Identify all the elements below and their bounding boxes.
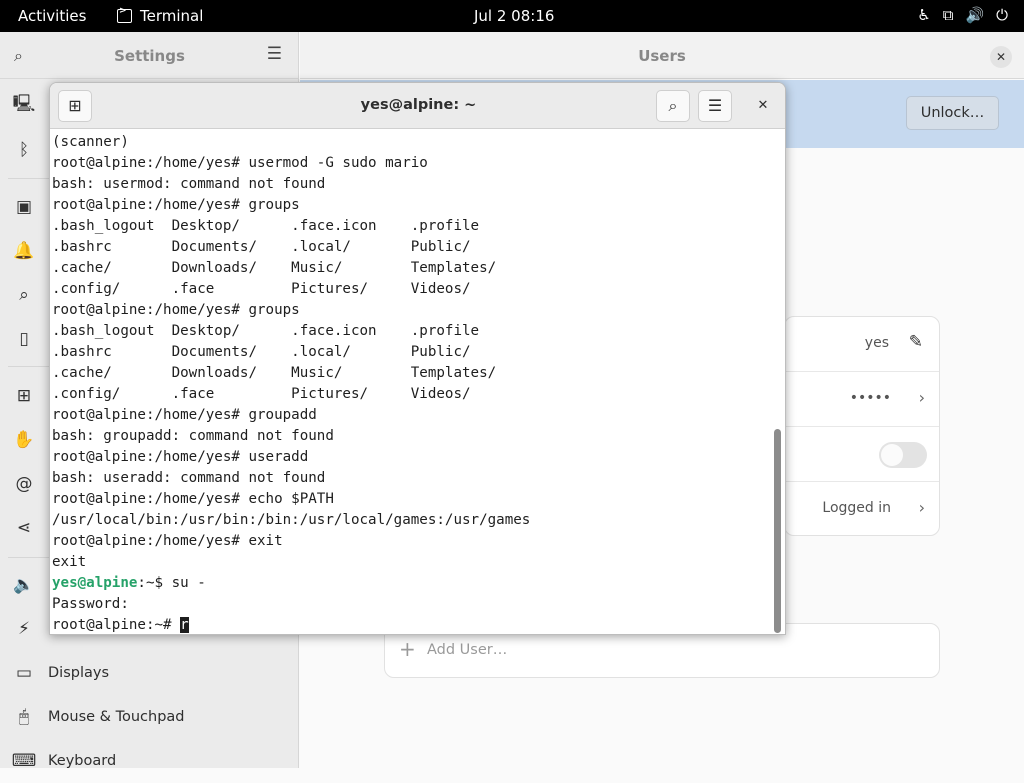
search-button[interactable]: ⌕: [656, 90, 690, 122]
online-accounts-icon: @: [15, 474, 33, 494]
sidebar-item-label: Mouse & Touchpad: [48, 709, 185, 725]
sidebar-title: Settings: [114, 47, 185, 65]
chevron-right-icon: ›: [918, 498, 925, 517]
multitasking-icon: ▯: [19, 329, 29, 349]
prompt-user-host: yes@alpine: [52, 575, 138, 591]
displays-icon: ▭: [15, 663, 33, 683]
current-command-line: root@alpine:~# r: [52, 615, 772, 634]
main-header: Users ✕: [300, 32, 1024, 79]
accessibility-icon[interactable]: ♿: [917, 6, 930, 24]
mouse-icon: 🖱: [18, 707, 30, 727]
terminal-line: root@alpine:/home/yes# useradd: [52, 449, 309, 465]
account-activity-value: Logged in: [822, 500, 891, 516]
volume-icon[interactable]: 🔊: [965, 6, 984, 24]
bluetooth-icon: ᛒ: [18, 140, 30, 160]
unlock-button[interactable]: Unlock…: [906, 96, 999, 130]
terminal-line: bash: useradd: command not found: [52, 470, 326, 486]
sidebar-item-label: Keyboard: [48, 753, 117, 769]
auto-login-row: [785, 427, 939, 482]
terminal-header: ⊞ yes@alpine: ~ ⌕ ☰ ✕: [50, 83, 785, 129]
user-details-card: yes ✎ ••••• › Logged in ›: [784, 316, 940, 536]
close-icon[interactable]: ✕: [752, 95, 774, 117]
sidebar-item-displays[interactable]: ▭ Displays: [0, 651, 298, 695]
terminal-scrollbar[interactable]: [774, 429, 781, 633]
hamburger-menu-icon: ☰: [707, 96, 723, 115]
activities-button[interactable]: Activities: [18, 7, 86, 25]
plus-icon: +: [399, 637, 416, 661]
current-prompt: root@alpine:~#: [52, 617, 181, 633]
privacy-icon: ✋: [13, 430, 35, 450]
sidebar-item-mouse-touchpad[interactable]: 🖱 Mouse & Touchpad: [0, 695, 298, 739]
page-title: Users: [638, 47, 686, 65]
terminal-line: .cache/ Downloads/ Music/ Templates/: [52, 260, 497, 276]
password-value: •••••: [849, 390, 891, 406]
applications-icon: ⊞: [16, 386, 32, 406]
sidebar-item-label: Displays: [48, 665, 110, 681]
power-icon[interactable]: ⏻: [996, 6, 1008, 24]
terminal-line: .bash_logout Desktop/ .face.icon .profil…: [52, 323, 480, 339]
terminal-line: root@alpine:/home/yes# groupadd: [52, 407, 317, 423]
hamburger-menu-icon[interactable]: ☰: [267, 44, 282, 64]
user-name-value: yes: [864, 335, 889, 351]
terminal-line: .cache/ Downloads/ Music/ Templates/: [52, 365, 497, 381]
terminal-line: root@alpine:/home/yes# groups: [52, 197, 300, 213]
account-activity-row[interactable]: Logged in ›: [785, 482, 939, 535]
prompt-rest: :~$ su -: [137, 575, 206, 591]
notifications-icon: 🔔: [13, 241, 35, 261]
sidebar-header: ⌕ Settings ☰: [0, 32, 298, 79]
terminal-line: .bash_logout Desktop/ .face.icon .profil…: [52, 218, 480, 234]
add-user-label: Add User…: [427, 642, 508, 658]
sharing-icon: ⋖: [16, 518, 32, 538]
keyboard-icon: ⌨: [11, 751, 37, 771]
terminal-line: .config/ .face Pictures/ Videos/: [52, 281, 471, 297]
network-icon[interactable]: ⧉: [943, 6, 954, 24]
terminal-line: root@alpine:/home/yes# echo $PATH: [52, 491, 334, 507]
network-icon: 🖳: [12, 93, 36, 114]
terminal-line: bash: groupadd: command not found: [52, 428, 334, 444]
terminal-line: root@alpine:/home/yes# groups: [52, 302, 300, 318]
terminal-line: .bashrc Documents/ .local/ Public/: [52, 239, 471, 255]
background-icon: ▣: [15, 197, 33, 217]
terminal-line: /usr/local/bin:/usr/bin:/bin:/usr/local/…: [52, 512, 531, 528]
terminal-line: bash: usermod: command not found: [52, 176, 326, 192]
search-icon: ⌕: [19, 285, 29, 305]
sound-icon: 🔈: [13, 575, 35, 595]
user-name-row[interactable]: yes ✎: [785, 317, 939, 372]
app-name: Terminal: [140, 7, 204, 25]
terminal-icon: [117, 6, 132, 23]
pencil-icon[interactable]: ✎: [909, 332, 923, 352]
auto-login-toggle[interactable]: [879, 442, 927, 468]
menu-button[interactable]: ☰: [698, 90, 732, 122]
power-icon: ⚡: [18, 619, 30, 639]
terminal-line: yes@alpine:~$ su -: [52, 573, 772, 594]
system-tray[interactable]: ♿ ⧉ 🔊 ⏻: [917, 6, 1008, 24]
terminal-line: (scanner): [52, 134, 129, 150]
clock[interactable]: Jul 2 08:16: [474, 7, 554, 25]
terminal-lines: (scanner) root@alpine:/home/yes# usermod …: [52, 132, 772, 573]
chevron-right-icon: ›: [918, 388, 925, 407]
terminal-line: .config/ .face Pictures/ Videos/: [52, 386, 471, 402]
app-menu[interactable]: Terminal: [117, 6, 204, 25]
terminal-line: .bashrc Documents/ .local/ Public/: [52, 344, 471, 360]
terminal-line: exit: [52, 554, 87, 570]
terminal-window[interactable]: ⊞ yes@alpine: ~ ⌕ ☰ ✕ (scanner) root@alpi…: [49, 82, 786, 635]
close-icon[interactable]: ✕: [990, 46, 1012, 68]
sidebar-item-keyboard[interactable]: ⌨ Keyboard: [0, 739, 298, 783]
terminal-output[interactable]: (scanner) root@alpine:/home/yes# usermod …: [52, 131, 772, 634]
password-prompt: Password:: [52, 596, 129, 612]
terminal-line: root@alpine:/home/yes# exit: [52, 533, 283, 549]
terminal-cursor: r: [180, 617, 189, 633]
password-row[interactable]: ••••• ›: [785, 372, 939, 427]
top-bar: Activities Terminal Jul 2 08:16 ♿ ⧉ 🔊 ⏻: [0, 0, 1024, 32]
terminal-line: root@alpine:/home/yes# usermod -G sudo m…: [52, 155, 428, 171]
search-icon: ⌕: [668, 96, 678, 115]
